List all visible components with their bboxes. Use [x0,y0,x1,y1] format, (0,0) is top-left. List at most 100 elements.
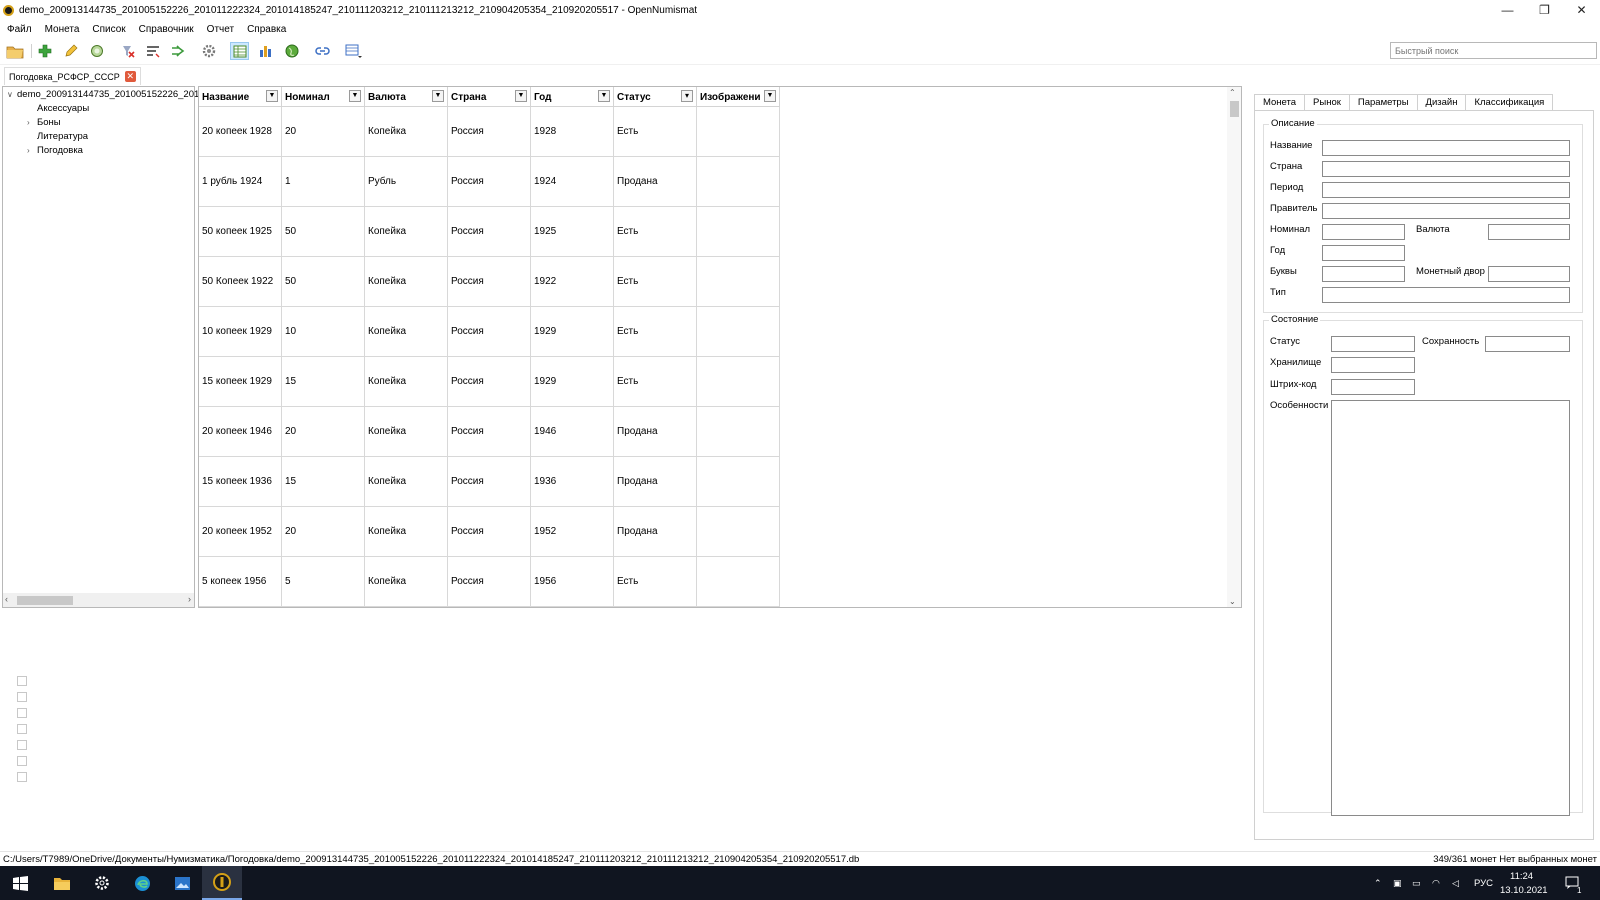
column-header-currency[interactable]: Валюта ▼ [365,87,448,107]
cell-country[interactable]: Россия [448,207,531,257]
scroll-up-icon[interactable]: ⌃ [1229,88,1236,97]
cell-image[interactable] [697,357,780,407]
cell-status[interactable]: Продана [614,457,697,507]
cell-year[interactable]: 1922 [531,257,614,307]
menu-file[interactable]: Файл [7,24,32,35]
tree-item-pogodovka[interactable]: › Погодовка [27,145,83,156]
cell-country[interactable]: Россия [448,157,531,207]
clock-time[interactable]: 11:24 [1510,871,1533,882]
dropdown-arrow-icon[interactable]: ▼ [764,90,776,102]
storage-field[interactable] [1331,357,1415,373]
settings-gear-icon[interactable] [199,42,218,60]
period-field[interactable] [1322,182,1570,198]
cell-currency[interactable]: Копейка [365,307,448,357]
cell-image[interactable] [697,557,780,607]
cell-currency[interactable]: Копейка [365,207,448,257]
features-textarea[interactable] [1331,400,1570,816]
cell-country[interactable]: Россия [448,457,531,507]
tab-pogodovka[interactable]: Погодовка_РСФСР_СССР ✕ [4,67,141,85]
tab-market[interactable]: Рынок [1305,94,1350,111]
ruler-field[interactable] [1322,203,1570,219]
scrollbar-thumb[interactable] [1230,101,1239,117]
open-folder-icon[interactable] [5,42,24,60]
cell-country[interactable]: Россия [448,307,531,357]
column-header-year[interactable]: Год ▼ [531,87,614,107]
barcode-field[interactable] [1331,379,1415,395]
cell-value[interactable]: 50 [282,257,365,307]
image-checkbox[interactable] [17,756,27,766]
image-checkbox[interactable] [17,676,27,686]
cell-name[interactable]: 20 копеек 1952 [199,507,282,557]
tree-item-literature[interactable]: Литература [27,131,88,142]
currency-field[interactable] [1488,224,1570,240]
cell-name[interactable]: 5 копеек 1956 [199,557,282,607]
battery-icon[interactable]: ▭ [1412,878,1423,888]
cell-value[interactable]: 15 [282,457,365,507]
cell-year[interactable]: 1936 [531,457,614,507]
edge-icon[interactable] [122,866,162,900]
cell-year[interactable]: 1924 [531,157,614,207]
tab-parameters[interactable]: Параметры [1349,94,1418,111]
cell-image[interactable] [697,407,780,457]
cell-image[interactable] [697,507,780,557]
cell-value[interactable]: 20 [282,107,365,157]
windows-start-icon[interactable] [0,866,40,900]
chevron-right-icon[interactable]: › [27,146,37,155]
cell-currency[interactable]: Копейка [365,107,448,157]
cell-country[interactable]: Россия [448,407,531,457]
cell-image[interactable] [697,207,780,257]
cell-image[interactable] [697,157,780,207]
list-view-icon[interactable] [230,42,249,60]
status-field[interactable] [1331,336,1415,352]
cell-image[interactable] [697,457,780,507]
tab-design[interactable]: Дизайн [1417,94,1467,111]
scroll-down-icon[interactable]: ⌄ [1229,597,1236,606]
cell-name[interactable]: 20 копеек 1946 [199,407,282,457]
tree-item-accessories[interactable]: Аксессуары [27,103,89,114]
input-language[interactable]: РУС [1474,878,1493,889]
cell-country[interactable]: Россия [448,507,531,557]
cell-country[interactable]: Россия [448,107,531,157]
globe-icon[interactable] [282,42,301,60]
opennumismat-icon[interactable] [202,866,242,900]
menu-coin[interactable]: Монета [45,24,80,35]
cell-status[interactable]: Есть [614,307,697,357]
cell-name[interactable]: 50 копеек 1925 [199,207,282,257]
scroll-right-icon[interactable]: › [188,594,191,604]
cell-value[interactable]: 1 [282,157,365,207]
menu-list[interactable]: Список [92,24,125,35]
cell-currency[interactable]: Копейка [365,257,448,307]
tab-classification[interactable]: Классификация [1466,94,1554,111]
settings-icon[interactable] [82,866,122,900]
image-checkbox[interactable] [17,724,27,734]
cell-value[interactable]: 20 [282,507,365,557]
cell-value[interactable]: 50 [282,207,365,257]
column-header-name[interactable]: Название ▼ [199,87,282,107]
clock-date[interactable]: 13.10.2021 [1500,885,1548,896]
tree-item-bony[interactable]: › Боны [27,117,61,128]
tab-close-icon[interactable]: ✕ [124,71,136,82]
dropdown-arrow-icon[interactable]: ▼ [349,90,361,102]
chevron-down-icon[interactable]: ∨ [7,90,17,99]
grade-field[interactable] [1485,336,1570,352]
clone-icon[interactable] [87,42,106,60]
minimize-button[interactable]: — [1489,0,1526,20]
cell-status[interactable]: Продана [614,507,697,557]
cell-status[interactable]: Есть [614,207,697,257]
delete-icon[interactable] [118,42,137,60]
column-header-value[interactable]: Номинал ▼ [282,87,365,107]
menu-help[interactable]: Справка [247,24,286,35]
year-field[interactable] [1322,245,1405,261]
image-checkbox[interactable] [17,740,27,750]
close-button[interactable]: ✕ [1563,0,1600,20]
add-icon[interactable] [35,42,54,60]
table-settings-icon[interactable] [344,42,363,60]
cell-year[interactable]: 1956 [531,557,614,607]
column-header-status[interactable]: Статус ▾ [614,87,697,107]
cell-country[interactable]: Россия [448,557,531,607]
wifi-icon[interactable]: ◠ [1432,878,1443,888]
tree-horizontal-scrollbar[interactable]: ‹ › [3,593,194,607]
image-checkbox[interactable] [17,692,27,702]
cell-year[interactable]: 1925 [531,207,614,257]
value-field[interactable] [1322,224,1405,240]
